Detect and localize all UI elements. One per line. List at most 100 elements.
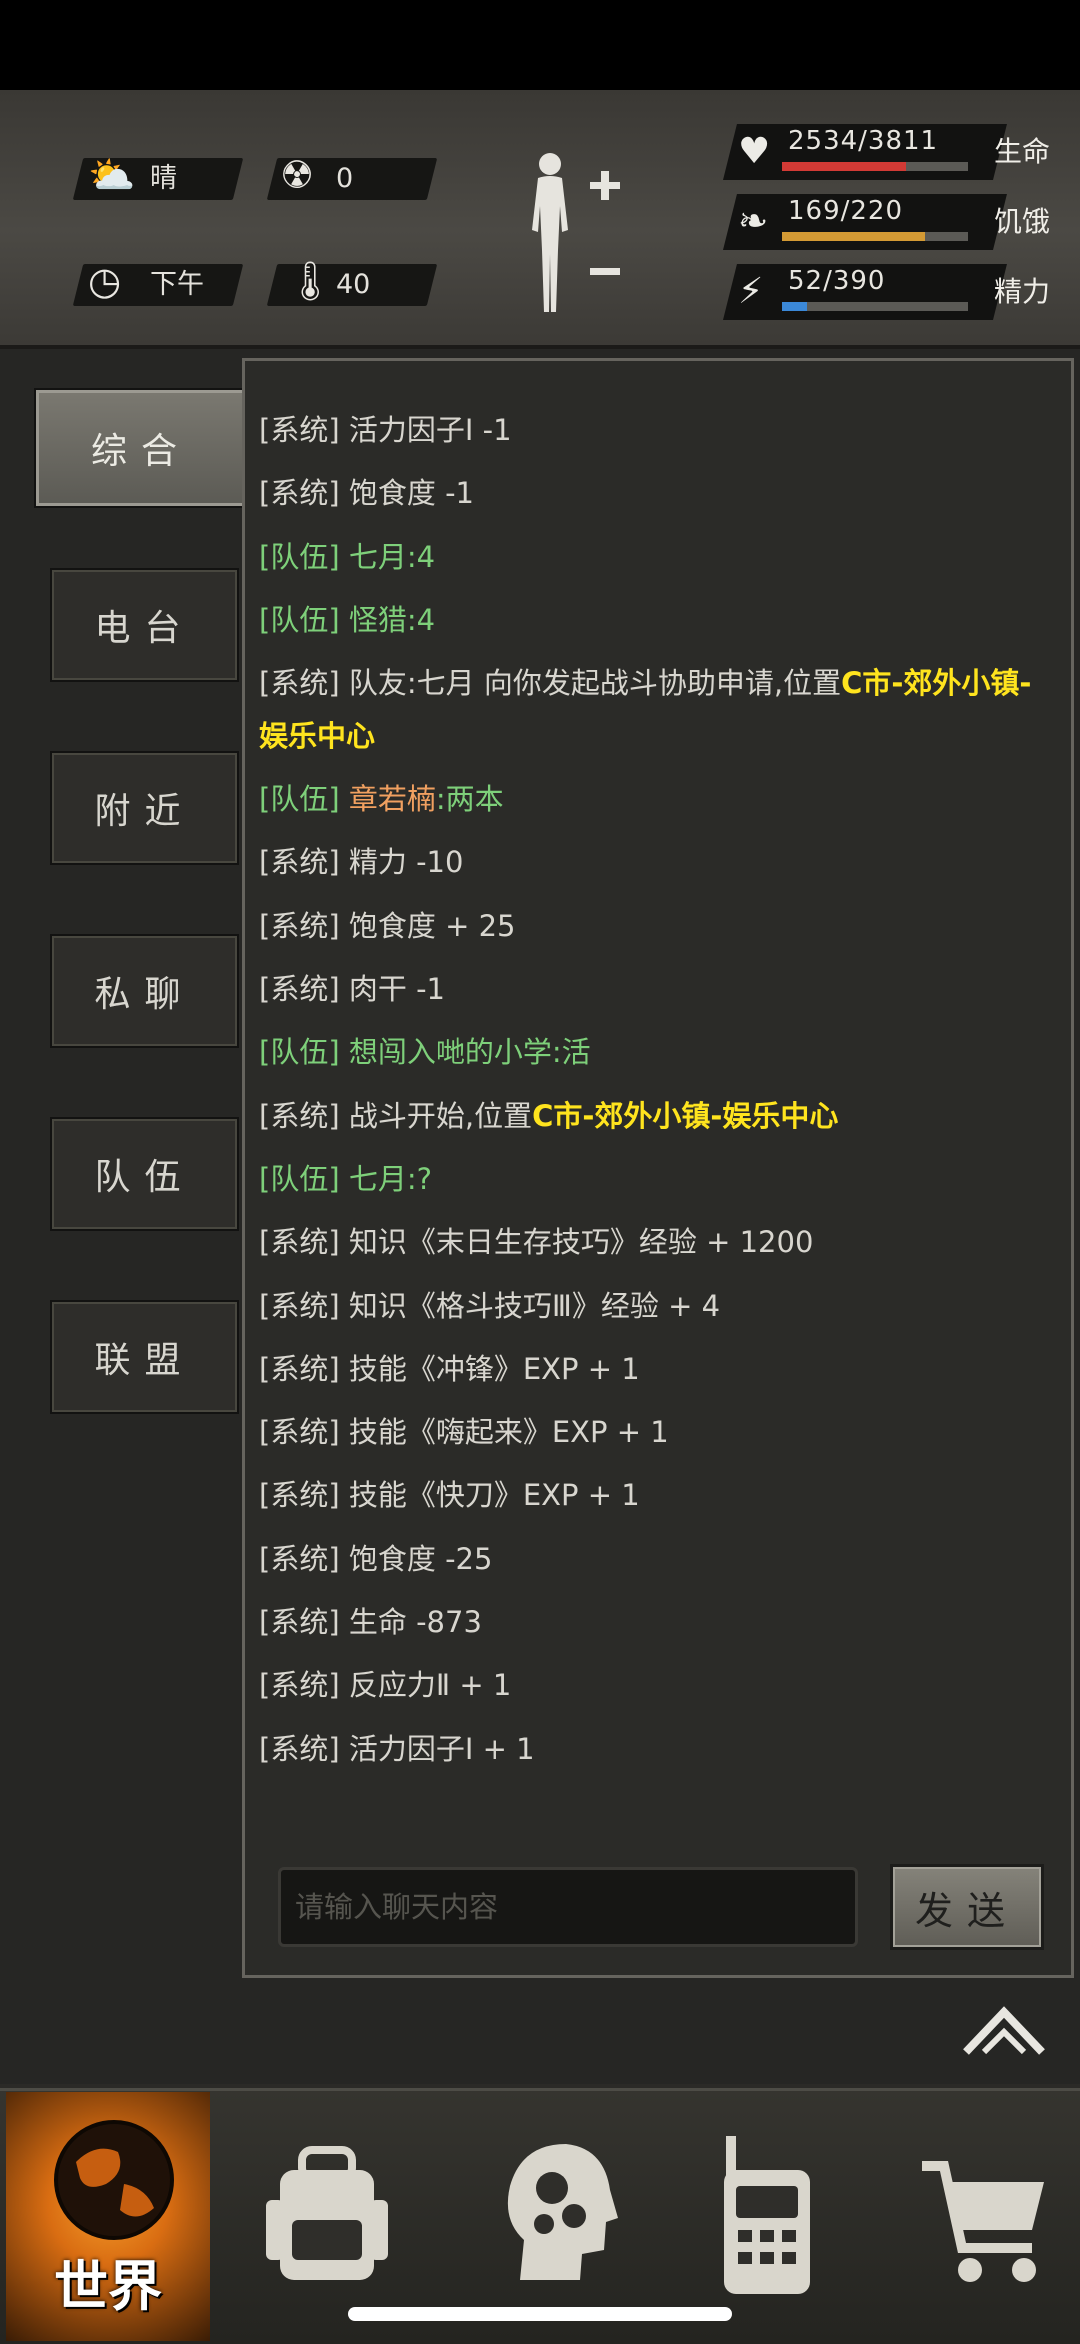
message-text: 饱食度 -25 [348, 1541, 493, 1576]
message-text: 肉干 -1 [348, 972, 445, 1007]
shopping-cart-icon[interactable] [920, 2130, 1050, 2300]
message-tag: [队伍] [259, 782, 340, 817]
chat-message: [系统] 反应力Ⅱ + 1 [259, 1654, 1059, 1717]
tab-2[interactable]: 附近 [50, 751, 239, 865]
message-sender[interactable]: 七月 [349, 1162, 407, 1196]
message-text: :活 [551, 1035, 591, 1070]
message-text: 技能《快刀》EXP + 1 [348, 1478, 640, 1513]
chat-message: [系统] 技能《嗨起来》EXP + 1 [259, 1401, 1059, 1464]
message-sender[interactable]: 想闯入哋的小学 [349, 1035, 552, 1069]
chat-log[interactable]: [系统] 活力因子Ⅰ -1 [系统] 饱食度 -1 [队伍] 七月:4 [队伍] 怪猎… [259, 381, 1059, 1821]
message-text: :4 [406, 602, 436, 637]
message-tag: [系统] [259, 1351, 340, 1386]
time-label: 下午 [150, 269, 204, 300]
stat-row: ⚡ 52/390 精力 [723, 264, 1070, 320]
message-text: 生命 -873 [348, 1605, 482, 1640]
message-text: 队友:七月 向你发起战斗协助申请,位置 [348, 666, 842, 701]
message-text: 饱食度 -1 [348, 476, 474, 511]
chat-message: [系统] 生命 -873 [259, 1591, 1059, 1654]
message-tag: [系统] [259, 666, 340, 701]
thermometer-icon: 🌡 [286, 259, 335, 303]
heart-pulse-icon: ♥ [738, 131, 771, 172]
chat-message: [系统] 肉干 -1 [259, 958, 1059, 1021]
chat-message: [系统] 技能《冲锋》EXP + 1 [259, 1338, 1059, 1401]
tab-0[interactable]: 综合 [34, 388, 248, 508]
chat-message: [系统] 活力因子Ⅰ -1 [259, 399, 1059, 462]
send-button[interactable]: 发送 [890, 1864, 1044, 1950]
chat-message: [系统] 知识《末日生存技巧》经验 + 1200 [259, 1211, 1059, 1274]
message-tag: [队伍] [259, 1161, 340, 1196]
energy-head-icon: ⚡ [738, 271, 764, 312]
stat-fill [782, 162, 906, 171]
message-tag: [系统] [259, 1605, 340, 1640]
message-text: 战斗开始,位置 [348, 1098, 533, 1133]
chat-message: [系统] 饱食度 + 25 [259, 895, 1059, 958]
chat-message: [系统] 饱食度 -25 [259, 1528, 1059, 1591]
chat-message: [系统] 技能《快刀》EXP + 1 [259, 1464, 1059, 1527]
message-sender[interactable]: 章若楠 [349, 782, 436, 816]
tab-1[interactable]: 电台 [50, 568, 239, 682]
message-tag: [系统] [259, 413, 340, 447]
stat-label: 精力 [994, 275, 1051, 308]
stat-value: 169/220 [788, 196, 904, 226]
message-text: 精力 -10 [348, 845, 464, 880]
message-tag: [系统] [259, 845, 340, 880]
walkie-talkie-icon[interactable] [704, 2130, 834, 2300]
chat-message: [系统] 知识《格斗技巧Ⅲ》经验 + 4 [259, 1275, 1059, 1338]
radiation-icon: ☢ [280, 153, 315, 197]
message-tag: [系统] [259, 1415, 340, 1450]
chat-message: [队伍] 七月:4 [259, 526, 1059, 589]
message-text: 技能《冲锋》EXP + 1 [348, 1351, 640, 1386]
character-body-icon[interactable] [518, 150, 628, 320]
nav-world-label: 世界 [54, 2255, 162, 2318]
message-text: 反应力Ⅱ + 1 [348, 1668, 512, 1703]
home-indicator [348, 2307, 732, 2321]
stat-fill [782, 302, 807, 311]
radiation-value: 0 [336, 163, 354, 194]
message-sender[interactable]: 怪猎 [349, 603, 407, 637]
chat-message: [队伍] 七月:? [259, 1148, 1059, 1211]
message-tag: [系统] [259, 1731, 340, 1766]
message-tag: [系统] [259, 1288, 340, 1323]
stomach-icon: ❧ [738, 201, 769, 242]
message-text: :4 [406, 539, 436, 574]
nav-world-button[interactable]: 世界 [6, 2092, 210, 2341]
collapse-chevron-icon[interactable] [962, 2000, 1046, 2060]
message-text: 技能《嗨起来》EXP + 1 [348, 1415, 669, 1450]
stat-label: 生命 [994, 135, 1051, 168]
message-text: :两本 [435, 782, 504, 817]
status-bar [0, 0, 1080, 90]
brain-gears-icon[interactable] [492, 2130, 622, 2300]
chat-message: [队伍] 章若楠:两本 [259, 768, 1059, 831]
chat-message: [系统] 精力 -10 [259, 831, 1059, 894]
backpack-icon[interactable] [262, 2130, 392, 2300]
temperature-value: 40 [336, 269, 371, 300]
stat-value: 52/390 [788, 266, 886, 296]
partly-cloudy-icon: ⛅ [88, 153, 136, 197]
message-text: 活力因子Ⅰ + 1 [348, 1731, 535, 1766]
message-text: 知识《格斗技巧Ⅲ》经验 + 4 [348, 1288, 721, 1323]
chat-message: [队伍] 怪猎:4 [259, 589, 1059, 652]
chat-message: [队伍] 想闯入哋的小学:活 [259, 1021, 1059, 1084]
chat-message: [系统] 战斗开始,位置C市-郊外小镇-娱乐中心 [259, 1085, 1059, 1148]
chat-message: [系统] 队友:七月 向你发起战斗协助申请,位置C市-郊外小镇-娱乐中心 [259, 652, 1059, 768]
stat-track [782, 232, 968, 241]
message-text: 饱食度 + 25 [348, 908, 516, 943]
message-tag: [队伍] [259, 539, 340, 574]
message-location[interactable]: C市-郊外小镇-娱乐中心 [532, 1099, 838, 1133]
tab-5[interactable]: 联盟 [50, 1300, 239, 1414]
chat-input[interactable] [278, 1867, 858, 1947]
message-tag: [系统] [259, 908, 340, 943]
tab-3[interactable]: 私聊 [50, 934, 239, 1048]
message-tag: [系统] [259, 972, 340, 1007]
message-tag: [队伍] [259, 1035, 340, 1070]
message-tag: [队伍] [259, 602, 340, 637]
chat-message: [系统] 饱食度 -1 [259, 462, 1059, 525]
stat-track [782, 302, 968, 311]
message-sender[interactable]: 七月 [349, 540, 407, 574]
message-tag: [系统] [259, 1668, 340, 1703]
chat-panel: [系统] 活力因子Ⅰ -1 [系统] 饱食度 -1 [队伍] 七月:4 [队伍] 怪猎… [242, 358, 1074, 1978]
tab-4[interactable]: 队伍 [50, 1117, 239, 1231]
stat-row: ♥ 2534/3811 生命 [723, 124, 1070, 180]
stat-value: 2534/3811 [788, 126, 939, 156]
